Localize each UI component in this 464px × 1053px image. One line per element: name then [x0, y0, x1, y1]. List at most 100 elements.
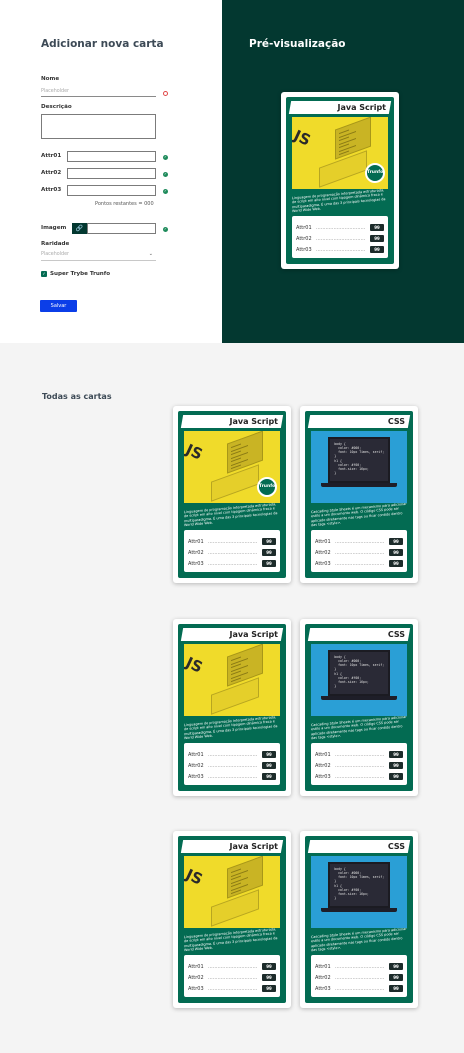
css-card-image: body { color: #000; font: 10px Times, se…	[311, 431, 407, 503]
attribute-name: Attr03	[315, 774, 331, 780]
attribute-row: Attr01............................... 99	[315, 963, 403, 971]
attribute-leader: ...............................	[316, 236, 366, 242]
attribute-value: 99	[262, 762, 276, 769]
attribute-name: Attr02	[296, 236, 312, 242]
attribute-row: Attr02............................... 99	[188, 549, 276, 557]
attribute-name: Attr03	[188, 561, 204, 567]
card[interactable]: Java Script JS Linguagem de programação in…	[173, 619, 291, 796]
attribute-value: 99	[389, 974, 403, 981]
attribute-value: 99	[262, 538, 276, 545]
remaining-points: Pontos restantes = 000	[95, 201, 154, 207]
card-name-box: Java Script	[180, 840, 284, 853]
attribute-leader: ...............................	[335, 986, 385, 992]
name-input[interactable]: Placeholder	[41, 87, 156, 97]
attribute-row: Attr01............................... 99	[315, 538, 403, 546]
error-icon	[163, 91, 168, 96]
attribute-name: Attr02	[188, 975, 204, 981]
image-input[interactable]	[87, 223, 156, 234]
js-logo-icon: JS	[184, 653, 206, 677]
attribute-row: Attr01............................... 99	[188, 963, 276, 971]
rarity-select[interactable]: Placeholder ⌄	[41, 251, 156, 261]
laptop-base-icon	[320, 483, 398, 487]
attribute-leader: ...............................	[208, 964, 258, 970]
attr1-label: Attr01	[41, 153, 62, 159]
card[interactable]: CSS body { color: #000; font: 10px Times,…	[300, 406, 418, 583]
card-description: Linguagem de programação interpretada es…	[292, 188, 386, 214]
rarity-label: Raridade	[41, 241, 70, 247]
card-name: Java Script	[229, 630, 278, 639]
attribute-leader: ...............................	[335, 964, 385, 970]
attribute-value: 99	[262, 549, 276, 556]
attribute-leader: ...............................	[335, 763, 385, 769]
attr3-input[interactable]	[67, 185, 156, 196]
description-label: Descrição	[41, 104, 72, 110]
card-name: CSS	[387, 842, 405, 851]
card-name: CSS	[387, 417, 405, 426]
attribute-leader: ...............................	[208, 774, 258, 780]
attribute-value: 99	[370, 224, 384, 231]
attr2-input[interactable]	[67, 168, 156, 179]
attribute-row: Attr02............................... 99	[296, 235, 384, 243]
attr3-label: Attr03	[41, 187, 62, 193]
attributes-panel: Attr01............................... 99 A…	[311, 955, 407, 997]
attr1-input[interactable]	[67, 151, 156, 162]
card[interactable]: Java Script JS Trunfo Linguagem de programa…	[173, 406, 291, 583]
preview-title: Pré-visualização	[249, 38, 346, 50]
attribute-name: Attr02	[315, 975, 331, 981]
attribute-name: Attr01	[296, 225, 312, 231]
attribute-leader: ...............................	[208, 975, 258, 981]
attribute-row: Attr03............................... 99	[315, 773, 403, 781]
attribute-value: 99	[262, 974, 276, 981]
card-name: Java Script	[229, 417, 278, 426]
js-logo-icon: JS	[184, 865, 206, 889]
form-title: Adicionar nova carta	[41, 38, 164, 50]
trunfo-badge: Trunfo	[257, 477, 277, 497]
card-name: Java Script	[229, 842, 278, 851]
attribute-row: Attr03............................... 99	[188, 773, 276, 781]
card[interactable]: CSS body { color: #000; font: 10px Times,…	[300, 831, 418, 1008]
card-body: Java Script JS Linguagem de programação in…	[178, 624, 286, 791]
attribute-row: Attr02............................... 99	[188, 762, 276, 770]
code-line	[231, 464, 242, 470]
attribute-value: 99	[389, 762, 403, 769]
attribute-value: 99	[262, 963, 276, 970]
laptop-base-icon	[320, 908, 398, 912]
card-description: Linguagem de programação interpretada es…	[184, 715, 278, 741]
card-body: Java Script JS Linguagem de programação in…	[178, 836, 286, 1003]
description-textarea[interactable]	[41, 114, 156, 139]
attribute-leader: ...............................	[335, 561, 385, 567]
attribute-row: Attr01............................... 99	[296, 224, 384, 232]
card[interactable]: Java Script JS Trunfo Linguagem de programa…	[281, 92, 399, 269]
attribute-name: Attr03	[315, 561, 331, 567]
attribute-name: Attr03	[188, 986, 204, 992]
super-trunfo-checkbox[interactable]: ✓	[41, 271, 47, 277]
image-label: Imagem	[41, 225, 67, 231]
attribute-row: Attr02............................... 99	[315, 549, 403, 557]
js-card-image: JS	[184, 644, 280, 716]
card-description: Cascading Style Sheets é um mecanismo pa…	[311, 501, 407, 528]
card-name-box: CSS	[307, 415, 411, 428]
check-icon: ✓	[163, 189, 168, 194]
card-name: CSS	[387, 630, 405, 639]
attribute-value: 99	[389, 538, 403, 545]
attribute-leader: ...............................	[335, 752, 385, 758]
link-icon[interactable]: 🔗	[72, 223, 87, 234]
attribute-leader: ...............................	[208, 561, 258, 567]
card[interactable]: Java Script JS Linguagem de programação in…	[173, 831, 291, 1008]
js-logo-icon: JS	[184, 440, 206, 464]
attribute-leader: ...............................	[335, 975, 385, 981]
save-button[interactable]: Salvar	[40, 300, 77, 312]
attribute-value: 99	[389, 751, 403, 758]
attribute-name: Attr01	[188, 539, 204, 545]
card[interactable]: CSS body { color: #000; font: 10px Times,…	[300, 619, 418, 796]
css-card-image: body { color: #000; font: 10px Times, se…	[311, 856, 407, 928]
card-body: CSS body { color: #000; font: 10px Times,…	[305, 411, 413, 578]
attr2-label: Attr02	[41, 170, 62, 176]
attribute-name: Attr02	[315, 763, 331, 769]
attribute-name: Attr02	[188, 550, 204, 556]
attributes-panel: Attr01............................... 99 A…	[184, 955, 280, 997]
card-name-box: Java Script	[288, 101, 392, 114]
attribute-name: Attr01	[315, 539, 331, 545]
attribute-row: Attr03............................... 99	[315, 560, 403, 568]
js-card-image: JS Trunfo	[184, 431, 280, 503]
